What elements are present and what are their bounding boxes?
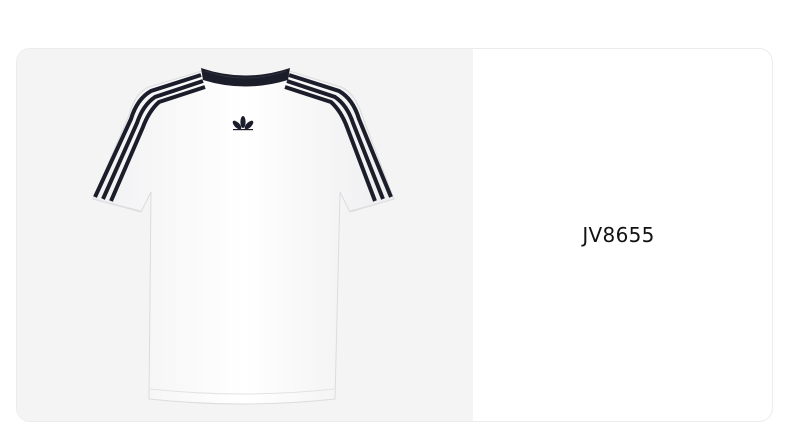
product-info-panel: JV8655 bbox=[473, 49, 772, 421]
product-image-panel bbox=[17, 49, 473, 421]
product-sku: JV8655 bbox=[582, 222, 655, 247]
product-card[interactable]: JV8655 bbox=[16, 48, 773, 422]
tshirt-image bbox=[92, 68, 395, 405]
